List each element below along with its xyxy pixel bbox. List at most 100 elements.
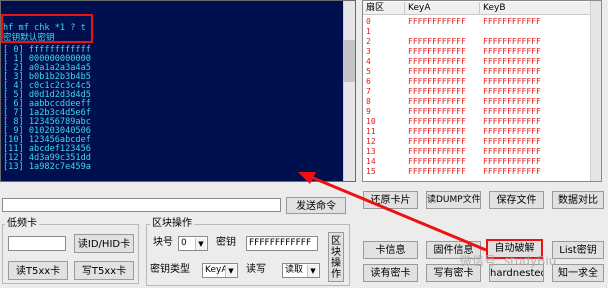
table-cell-sector: 15 xyxy=(366,167,376,176)
key-type-select[interactable]: KeyA ▼ xyxy=(202,263,238,278)
table-cell-keya: FFFFFFFFFFFF xyxy=(408,47,466,56)
table-row[interactable]: 1 xyxy=(363,27,591,36)
table-cell-keya: FFFFFFFFFFFF xyxy=(408,117,466,126)
block-select[interactable]: 0 ▼ xyxy=(178,236,208,251)
key-type-label: 密钥类型 xyxy=(150,264,190,275)
restore-card-button[interactable]: 还原卡片 xyxy=(363,191,418,209)
command-input[interactable] xyxy=(2,198,281,212)
read-id-button[interactable]: 读ID/HID卡 xyxy=(74,234,134,253)
table-row[interactable]: 8 FFFFFFFFFFFF FFFFFFFFFFFF xyxy=(363,97,591,106)
low-freq-input[interactable] xyxy=(8,236,66,251)
block-ops-title: 区块操作 xyxy=(150,218,194,230)
header-keya: KeyA xyxy=(405,2,480,15)
table-row[interactable]: 14 FFFFFFFFFFFF FFFFFFFFFFFF xyxy=(363,157,591,166)
table-cell-sector: 7 xyxy=(366,87,371,96)
header-sector: 扇区 xyxy=(363,2,405,15)
chevron-down-icon: ▼ xyxy=(225,265,236,277)
table-cell-keyb: FFFFFFFFFFFF xyxy=(483,137,541,146)
table-cell-keyb: FFFFFFFFFFFF xyxy=(483,57,541,66)
table-row[interactable]: 5 FFFFFFFFFFFF FFFFFFFFFFFF xyxy=(363,67,591,76)
table-cell-keyb: FFFFFFFFFFFF xyxy=(483,37,541,46)
table-cell-keya: FFFFFFFFFFFF xyxy=(408,97,466,106)
key-table: 扇区 KeyA KeyB 0 FFFFFFFFFFFF FFFFFFFFFFFF 1 2… xyxy=(362,0,602,182)
read-write-label: 读写 xyxy=(246,264,266,275)
key-input[interactable]: FFFFFFFFFFFF xyxy=(246,236,318,251)
table-cell-keyb: FFFFFFFFFFFF xyxy=(483,17,541,26)
table-cell-keyb: FFFFFFFFFFFF xyxy=(483,97,541,106)
table-cell-sector: 8 xyxy=(366,97,371,106)
header-keyb: KeyB xyxy=(480,2,601,15)
table-cell-keya: FFFFFFFFFFFF xyxy=(408,107,466,116)
table-row[interactable]: 6 FFFFFFFFFFFF FFFFFFFFFFFF xyxy=(363,77,591,86)
key-label: 密钥 xyxy=(216,237,236,248)
table-cell-keya: FFFFFFFFFFFF xyxy=(408,77,466,86)
block-label: 块号 xyxy=(153,237,173,248)
table-cell-keya: FFFFFFFFFFFF xyxy=(408,67,466,76)
table-cell-keyb: FFFFFFFFFFFF xyxy=(483,107,541,116)
table-row[interactable]: 10 FFFFFFFFFFFF FFFFFFFFFFFF xyxy=(363,117,591,126)
table-cell-sector: 11 xyxy=(366,127,376,136)
table-cell-sector: 1 xyxy=(366,27,371,36)
table-cell-sector: 14 xyxy=(366,157,376,166)
table-cell-sector: 10 xyxy=(366,117,376,126)
table-row[interactable]: 0 FFFFFFFFFFFF FFFFFFFFFFFF xyxy=(363,17,591,26)
table-cell-keya: FFFFFFFFFFFF xyxy=(408,137,466,146)
table-cell-keyb: FFFFFFFFFFFF xyxy=(483,147,541,156)
terminal-scrollbar[interactable] xyxy=(343,1,355,181)
know-everything-button[interactable]: 知一求全 xyxy=(552,264,604,282)
table-row[interactable]: 7 FFFFFFFFFFFF FFFFFFFFFFFF xyxy=(363,87,591,96)
read-t5-button[interactable]: 读T5xx卡 xyxy=(8,261,68,280)
terminal-scrollbar-thumb[interactable] xyxy=(343,40,355,82)
table-cell-keya: FFFFFFFFFFFF xyxy=(408,127,466,136)
terminal-line: [13] 1a982c7e459a xyxy=(3,162,91,172)
chevron-down-icon: ▼ xyxy=(195,238,206,250)
table-cell-keyb: FFFFFFFFFFFF xyxy=(483,157,541,166)
low-freq-title: 低频卡 xyxy=(5,218,39,230)
table-row[interactable]: 11 FFFFFFFFFFFF FFFFFFFFFFFF xyxy=(363,127,591,136)
table-cell-keya: FFFFFFFFFFFF xyxy=(408,37,466,46)
table-cell-keyb: FFFFFFFFFFFF xyxy=(483,127,541,136)
table-cell-keyb: FFFFFFFFFFFF xyxy=(483,87,541,96)
chevron-down-icon: ▼ xyxy=(307,265,318,277)
table-cell-keyb: FFFFFFFFFFFF xyxy=(483,47,541,56)
sector-ops-button[interactable]: 区块操作 xyxy=(328,232,344,282)
table-scrollbar[interactable] xyxy=(590,1,601,181)
table-row[interactable]: 9 FFFFFFFFFFFF FFFFFFFFFFFF xyxy=(363,107,591,116)
table-cell-keyb: FFFFFFFFFFFF xyxy=(483,77,541,86)
card-info-button[interactable]: 卡信息 xyxy=(363,241,418,259)
write-t5-button[interactable]: 写T5xx卡 xyxy=(74,261,134,280)
read-write-select[interactable]: 读取 ▼ xyxy=(282,263,320,278)
read-dump-button[interactable]: 读DUMP文件 xyxy=(426,191,481,209)
table-cell-keya: FFFFFFFFFFFF xyxy=(408,17,466,26)
table-row[interactable]: 12 FFFFFFFFFFFF FFFFFFFFFFFF xyxy=(363,137,591,146)
table-cell-keya: FFFFFFFFFFFF xyxy=(408,57,466,66)
table-cell-sector: 3 xyxy=(366,47,371,56)
table-cell-sector: 12 xyxy=(366,137,376,146)
table-cell-sector: 4 xyxy=(366,57,371,66)
table-cell-sector: 2 xyxy=(366,37,371,46)
compare-data-button[interactable]: 数据对比 xyxy=(552,191,604,209)
table-cell-keyb: FFFFFFFFFFFF xyxy=(483,67,541,76)
table-cell-keyb: FFFFFFFFFFFF xyxy=(483,117,541,126)
table-row[interactable]: 13 FFFFFFFFFFFF FFFFFFFFFFFF xyxy=(363,147,591,156)
table-cell-keya: FFFFFFFFFFFF xyxy=(408,157,466,166)
send-command-button[interactable]: 发送命令 xyxy=(286,197,346,214)
table-cell-sector: 0 xyxy=(366,17,371,26)
table-cell-keya: FFFFFFFFFFFF xyxy=(408,167,466,176)
table-cell-sector: 6 xyxy=(366,77,371,86)
read-known-card-button[interactable]: 读有密卡 xyxy=(363,264,418,282)
table-cell-keya: FFFFFFFFFFFF xyxy=(408,147,466,156)
table-row[interactable]: 3 FFFFFFFFFFFF FFFFFFFFFFFF xyxy=(363,47,591,56)
table-cell-sector: 5 xyxy=(366,67,371,76)
table-cell-keyb: FFFFFFFFFFFF xyxy=(483,167,541,176)
table-cell-sector: 13 xyxy=(366,147,376,156)
highlight-box xyxy=(1,14,93,43)
save-file-button[interactable]: 保存文件 xyxy=(489,191,544,209)
table-row[interactable]: 15 FFFFFFFFFFFF FFFFFFFFFFFF xyxy=(363,167,591,176)
table-cell-sector: 9 xyxy=(366,107,371,116)
table-row[interactable]: 2 FFFFFFFFFFFF FFFFFFFFFFFF xyxy=(363,37,591,46)
table-row[interactable]: 4 FFFFFFFFFFFF FFFFFFFFFFFF xyxy=(363,57,591,66)
watermark: 微信号: studyBiu xyxy=(460,254,557,268)
list-keys-button[interactable]: List密钥 xyxy=(552,241,604,259)
table-cell-keya: FFFFFFFFFFFF xyxy=(408,87,466,96)
